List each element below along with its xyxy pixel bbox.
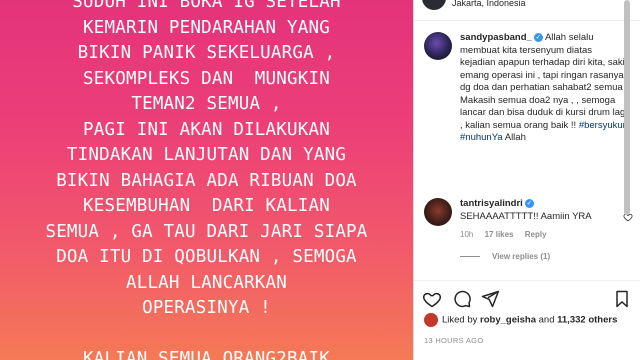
post-text-line: PAGI INI AKAN DILAKUKAN	[83, 119, 330, 140]
post-text-line: BIKIN PANIK SEKELUARGA ,	[77, 43, 336, 63]
post-text-line: OPERASINYA !	[142, 298, 271, 318]
post-text-line: SUDUH INI BOKA IG SETELAH	[72, 0, 341, 12]
likes-prefix: Liked by	[442, 314, 481, 326]
caption-trailing: Allah	[502, 132, 526, 143]
comment-meta: 10h 17 likes Reply	[460, 230, 556, 239]
action-bar	[414, 280, 640, 311]
comment-username[interactable]: tantrisyalindri	[460, 198, 523, 209]
caption-username[interactable]: sandypasband_	[460, 32, 532, 43]
caption-text: sandypasband_ ✓ Allah selalu membuat kita…	[460, 32, 628, 145]
post-text-line: TINDAKAN LANJUTAN DAN YANG	[66, 145, 347, 165]
post-text-line: SEKOMPLEKS DAN MUNGKIN	[83, 68, 330, 89]
comment-body: SEHAAAATTTTT!! Aamiin YRA	[460, 210, 592, 222]
post-text-line: SEMUA , GA TAU DARI JARI SIAPA	[45, 221, 368, 242]
comment-bubble-icon[interactable]	[452, 289, 472, 309]
verified-badge-icon: ✓	[524, 199, 534, 208]
post-timestamp[interactable]: 13 HOURS AGO	[424, 336, 483, 345]
caption-avatar[interactable]	[424, 32, 452, 60]
view-replies-button[interactable]: View replies (1)	[460, 252, 550, 261]
post-text-line: KEMARIN PENDARAHAN YANG	[83, 17, 330, 38]
caption-body: Allah selalu membuat kita tersenyum diat…	[460, 32, 628, 131]
likes-middle: and	[536, 314, 558, 326]
post-text-line	[0, 322, 413, 348]
verified-badge-icon: ✓	[533, 33, 543, 42]
comments-scrollbar[interactable]	[624, 0, 630, 215]
post-text-line: KALIAN SEMUA ORANG2BAIK	[83, 349, 330, 360]
view-replies-label: View replies (1)	[492, 252, 551, 261]
location-link[interactable]: Jakarta, Indonesia	[452, 0, 526, 8]
post-text-line: TEMAN2 SEMUA ,	[131, 94, 282, 114]
post-image-text: SUDUH INI BOKA IG SETELAH KEMARIN PENDARA…	[0, 0, 413, 360]
likes-count[interactable]: 11,332 others	[557, 315, 617, 326]
view-replies-line	[460, 256, 480, 258]
post-image[interactable]: SUDUH INI BOKA IG SETELAH KEMARIN PENDARA…	[0, 0, 413, 360]
liker-avatar[interactable]	[424, 313, 438, 327]
comment-likes[interactable]: 17 likes	[485, 230, 514, 239]
share-paper-plane-icon[interactable]	[480, 289, 500, 309]
like-heart-icon[interactable]	[422, 289, 442, 309]
likes-summary: Liked by roby_geisha and 11,332 others	[424, 313, 617, 327]
save-bookmark-icon[interactable]	[612, 289, 632, 309]
comment-text: tantrisyalindri ✓ SEHAAAATTTTT!! Aamiin Y…	[460, 198, 628, 223]
post-text-line: DOA ITU DI QOBULKAN , SEMOGA	[56, 247, 357, 267]
post-header: Jakarta, Indonesia	[414, 0, 640, 21]
author-avatar[interactable]	[422, 0, 446, 10]
post-text-line: KESEMBUHAN DARI KALIAN	[83, 196, 330, 216]
comment-avatar[interactable]	[424, 198, 452, 226]
post-text-line: BIKIN BAHAGIA ADA RIBUAN DOA	[56, 170, 357, 191]
post-detail-panel: Jakarta, Indonesia sandypasband_ ✓ Allah …	[413, 0, 640, 360]
reply-button[interactable]: Reply	[525, 230, 547, 239]
comment-time: 10h	[460, 230, 474, 239]
liker-username[interactable]: roby_geisha	[480, 315, 536, 326]
post-text-line: ALLAH LANCARKAN	[125, 272, 288, 293]
